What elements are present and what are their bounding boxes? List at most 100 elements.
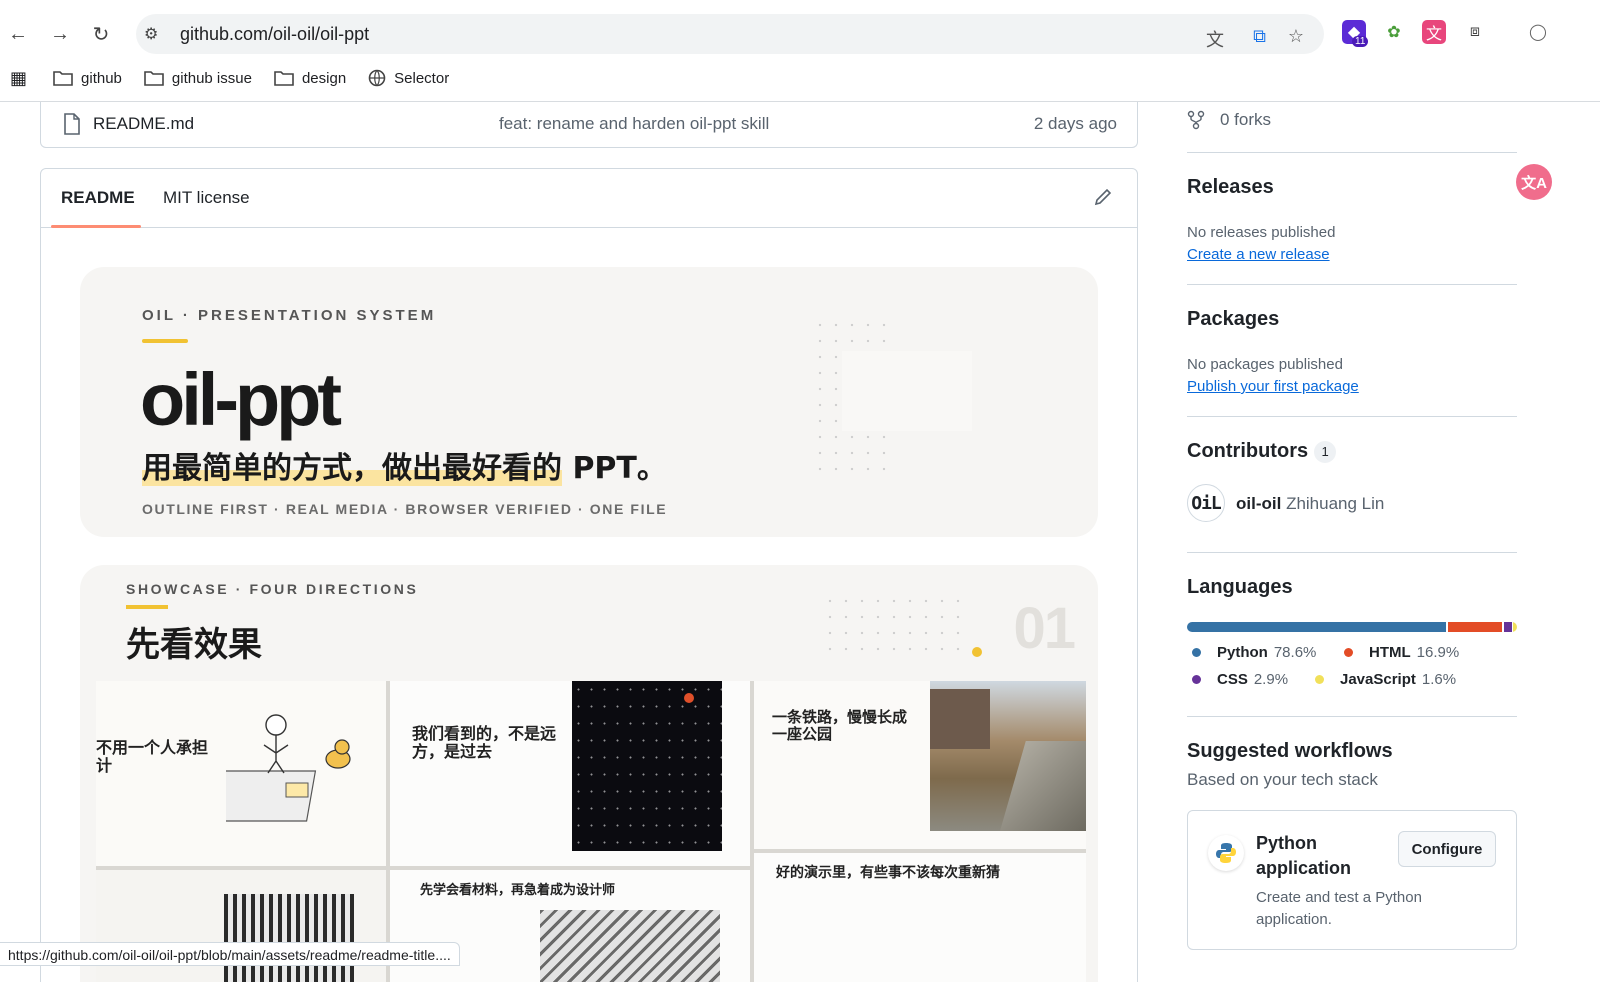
bookmark-design[interactable]: design (274, 70, 346, 87)
forks-link[interactable]: 0 forks (1220, 110, 1271, 130)
lang-html[interactable]: HTML 16.9% (1344, 644, 1459, 661)
lang-percent: 1.6% (1421, 671, 1457, 688)
lang-name: HTML (1369, 644, 1411, 661)
lang-segment-js (1512, 622, 1517, 632)
configure-button[interactable]: Configure (1398, 831, 1496, 867)
illustration-icon (226, 714, 351, 822)
workflow-card: Python application Create and test a Pyt… (1187, 810, 1517, 950)
commit-message-link[interactable]: feat: rename and harden oil-ppt skill (499, 114, 769, 134)
divider (1187, 284, 1517, 285)
languages-bar (1187, 622, 1517, 632)
globe-icon (368, 69, 386, 87)
contributors-heading[interactable]: Contributors 1 (1187, 440, 1337, 463)
lang-percent: 78.6% (1273, 644, 1317, 661)
lang-segment-css (1504, 622, 1512, 632)
fork-icon (1187, 110, 1205, 130)
bookmark-label: design (301, 69, 347, 87)
bookmark-label: Selector (394, 69, 450, 87)
js-dot (1315, 675, 1324, 684)
hero-shape (842, 351, 972, 431)
lang-name: JavaScript (1340, 671, 1416, 688)
lang-javascript[interactable]: JavaScript 1.6% (1315, 671, 1456, 688)
slide-thumbnail: 好的演示里，有些事不该每次重新猜 (754, 853, 1086, 982)
extensions-icon[interactable]: ⧈ (1463, 20, 1487, 44)
divider (1187, 152, 1517, 153)
building-photo (224, 894, 354, 982)
starfield-image (572, 681, 722, 851)
workflow-description: Create and test a Python application. (1256, 889, 1422, 928)
reload-icon[interactable]: ↻ (87, 20, 115, 48)
packages-heading[interactable]: Packages (1187, 308, 1279, 331)
file-name-link[interactable]: README.md (93, 114, 194, 134)
languages-heading: Languages (1187, 576, 1293, 598)
hero-tags: OUTLINE FIRST · REAL MEDIA · BROWSER VER… (142, 501, 668, 517)
folder-icon (274, 71, 294, 86)
hero-banner[interactable]: OIL · PRESENTATION SYSTEM oil-ppt 用最简单的方… (80, 267, 1098, 537)
create-release-link[interactable]: Create a new release (1187, 246, 1330, 263)
dot-pattern (822, 593, 972, 663)
github-page: README.md feat: rename and harden oil-pp… (0, 102, 1600, 982)
showcase-number: 01 (1013, 596, 1075, 661)
accent-dot (972, 647, 982, 657)
translate-float-icon[interactable]: 文A (1516, 164, 1552, 200)
avatar[interactable]: OiL (1187, 484, 1225, 522)
apps-icon[interactable]: ▦ (10, 68, 27, 89)
url-text[interactable]: github.com/oil-oil/oil-ppt (180, 24, 369, 45)
pencil-icon[interactable] (1093, 187, 1113, 207)
html-dot (1344, 648, 1353, 657)
file-row[interactable]: README.md feat: rename and harden oil-pp… (40, 102, 1138, 148)
material-photo (540, 910, 720, 982)
subtitle-rest: PPT。 (562, 451, 667, 486)
divider (1187, 552, 1517, 553)
slide-text: 不用一个人承担 计 (96, 738, 209, 776)
folder-icon (144, 71, 164, 86)
hero-title: oil-ppt (140, 358, 342, 441)
showcase-banner[interactable]: SHOWCASE · FOUR DIRECTIONS 先看效果 01 不用一个人… (80, 565, 1098, 982)
bookmark-star-icon[interactable]: ☆ (1288, 26, 1304, 47)
contributor-name: Zhihuang Lin (1286, 494, 1385, 513)
status-bar-url: https://github.com/oil-oil/oil-ppt/blob/… (0, 942, 460, 966)
translate-ext-icon[interactable]: 文 (1422, 20, 1446, 44)
bookmark-github[interactable]: github (53, 70, 122, 87)
contributor-entry[interactable]: oil-oil Zhihuang Lin (1236, 494, 1384, 514)
releases-heading[interactable]: Releases (1187, 176, 1274, 199)
readme-box: README MIT license OIL · PRESENTATION SY… (40, 168, 1138, 982)
slide-thumbnail: 我们看到的，不是远 方，是过去 (390, 681, 750, 866)
showcase-eyebrow: SHOWCASE · FOUR DIRECTIONS (126, 581, 419, 597)
slide-thumbnail: 一条铁路，慢慢长成 一座公园 (754, 681, 1086, 849)
bookmarks-bar: ▦ github github issue design Selector (10, 66, 471, 90)
puzzle-ext-icon[interactable]: ✿ (1382, 20, 1406, 44)
back-icon[interactable]: ← (4, 20, 32, 48)
bookmark-selector[interactable]: Selector (368, 69, 449, 87)
lang-css[interactable]: CSS 2.9% (1192, 671, 1288, 688)
showcase-title: 先看效果 (126, 625, 262, 665)
translate-icon[interactable]: 文 (1206, 26, 1224, 52)
site-settings-icon[interactable]: ⚙ (144, 24, 158, 44)
install-app-icon[interactable]: ⧉ (1253, 26, 1266, 47)
publish-package-link[interactable]: Publish your first package (1187, 378, 1359, 395)
python-logo-icon (1208, 835, 1244, 871)
divider (1187, 416, 1517, 417)
profile-icon[interactable]: ◯ (1526, 20, 1550, 44)
subtitle-highlight: 用最简单的方式，做出最好看的 (142, 451, 562, 486)
readme-tabs: README MIT license (41, 169, 1137, 228)
file-icon (64, 113, 80, 135)
contributors-count: 1 (1314, 440, 1337, 463)
divider (1187, 716, 1517, 717)
bookmark-github-issue[interactable]: github issue (144, 70, 252, 87)
lang-python[interactable]: Python 78.6% (1192, 644, 1316, 661)
lang-percent: 2.9% (1253, 671, 1289, 688)
address-bar[interactable]: ⚙ github.com/oil-oil/oil-ppt 文 ⧉ ☆ (136, 14, 1324, 54)
bookmark-label: github (81, 69, 122, 87)
workflow-title: Python application (1256, 833, 1352, 879)
tab-license[interactable]: MIT license (163, 188, 250, 208)
forward-icon[interactable]: → (46, 20, 74, 48)
contributor-login: oil-oil (1236, 494, 1282, 513)
commit-date: 2 days ago (1033, 114, 1117, 133)
browser-toolbar: ← → ↻ ⚙ github.com/oil-oil/oil-ppt 文 ⧉ ☆… (0, 0, 1600, 102)
tab-readme[interactable]: README (61, 188, 135, 208)
lang-segment-html (1448, 622, 1503, 632)
workflows-subheading: Based on your tech stack (1187, 770, 1378, 789)
park-photo (930, 681, 1086, 831)
bookmark-label: github issue (171, 69, 252, 87)
